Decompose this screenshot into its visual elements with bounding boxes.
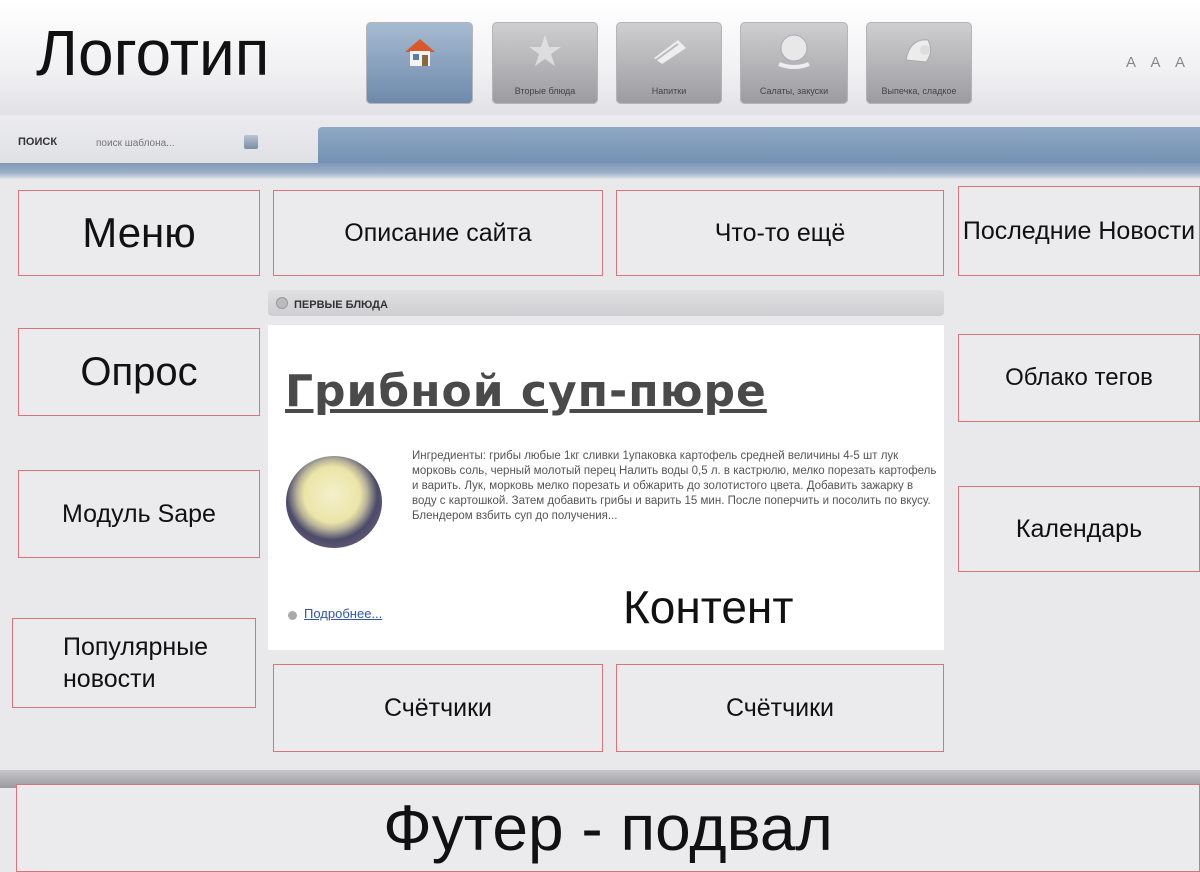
nav-salads-button[interactable]: Салаты, закуски: [740, 22, 848, 104]
calendar-block: Календарь: [958, 486, 1200, 572]
sape-module-block: Модуль Sape: [18, 470, 260, 558]
poll-block: Опрос: [18, 328, 260, 416]
read-more-link[interactable]: Подробнее...: [304, 606, 382, 621]
nav-main-courses-button[interactable]: Вторые блюда: [492, 22, 598, 104]
menu-block: Меню: [18, 190, 260, 276]
something-else-block: Что-то ещё: [616, 190, 944, 276]
tag-cloud-block: Облако тегов: [958, 334, 1200, 422]
salad-icon: [778, 34, 810, 69]
footer-block: Футер - подвал: [16, 784, 1200, 872]
counters-block-1: Счётчики: [273, 664, 603, 752]
category-icon: [276, 297, 288, 309]
article-thumbnail[interactable]: [286, 456, 382, 548]
site-description-block: Описание сайта: [273, 190, 603, 276]
nav-label: Вторые блюда: [514, 86, 576, 96]
article-excerpt: Ингредиенты: грибы любые 1кг сливки 1упа…: [412, 450, 937, 522]
search-submit-icon[interactable]: [244, 135, 258, 149]
top-menu-bar: [318, 127, 1200, 163]
site-logo[interactable]: Логотип: [36, 18, 269, 88]
drink-icon: [654, 40, 686, 64]
content-label: Контент: [623, 581, 794, 633]
font-size-controls[interactable]: A A A: [1126, 54, 1191, 71]
nav-label: Выпечка, сладкое: [881, 86, 957, 96]
nav-label: Салаты, закуски: [759, 86, 829, 96]
bullet-icon: [288, 611, 297, 620]
search-label: ПОИСК: [18, 136, 58, 148]
header-divider: [0, 163, 1200, 179]
pastry-icon: [905, 39, 932, 63]
nav-label: Напитки: [651, 86, 687, 96]
nav-pastry-button[interactable]: Выпечка, сладкое: [866, 22, 972, 104]
counters-block-2: Счётчики: [616, 664, 944, 752]
latest-news-block: Последние Новости: [958, 186, 1200, 276]
popular-news-block: Популярные новости: [12, 618, 256, 708]
star-icon: [529, 35, 561, 66]
search-input[interactable]: [92, 133, 232, 153]
category-label[interactable]: ПЕРВЫЕ БЛЮДА: [294, 299, 388, 311]
nav-drinks-button[interactable]: Напитки: [616, 22, 722, 104]
nav-home-button[interactable]: [366, 22, 473, 104]
home-icon: [404, 39, 435, 66]
article-title[interactable]: Грибной суп-пюре: [285, 366, 767, 417]
